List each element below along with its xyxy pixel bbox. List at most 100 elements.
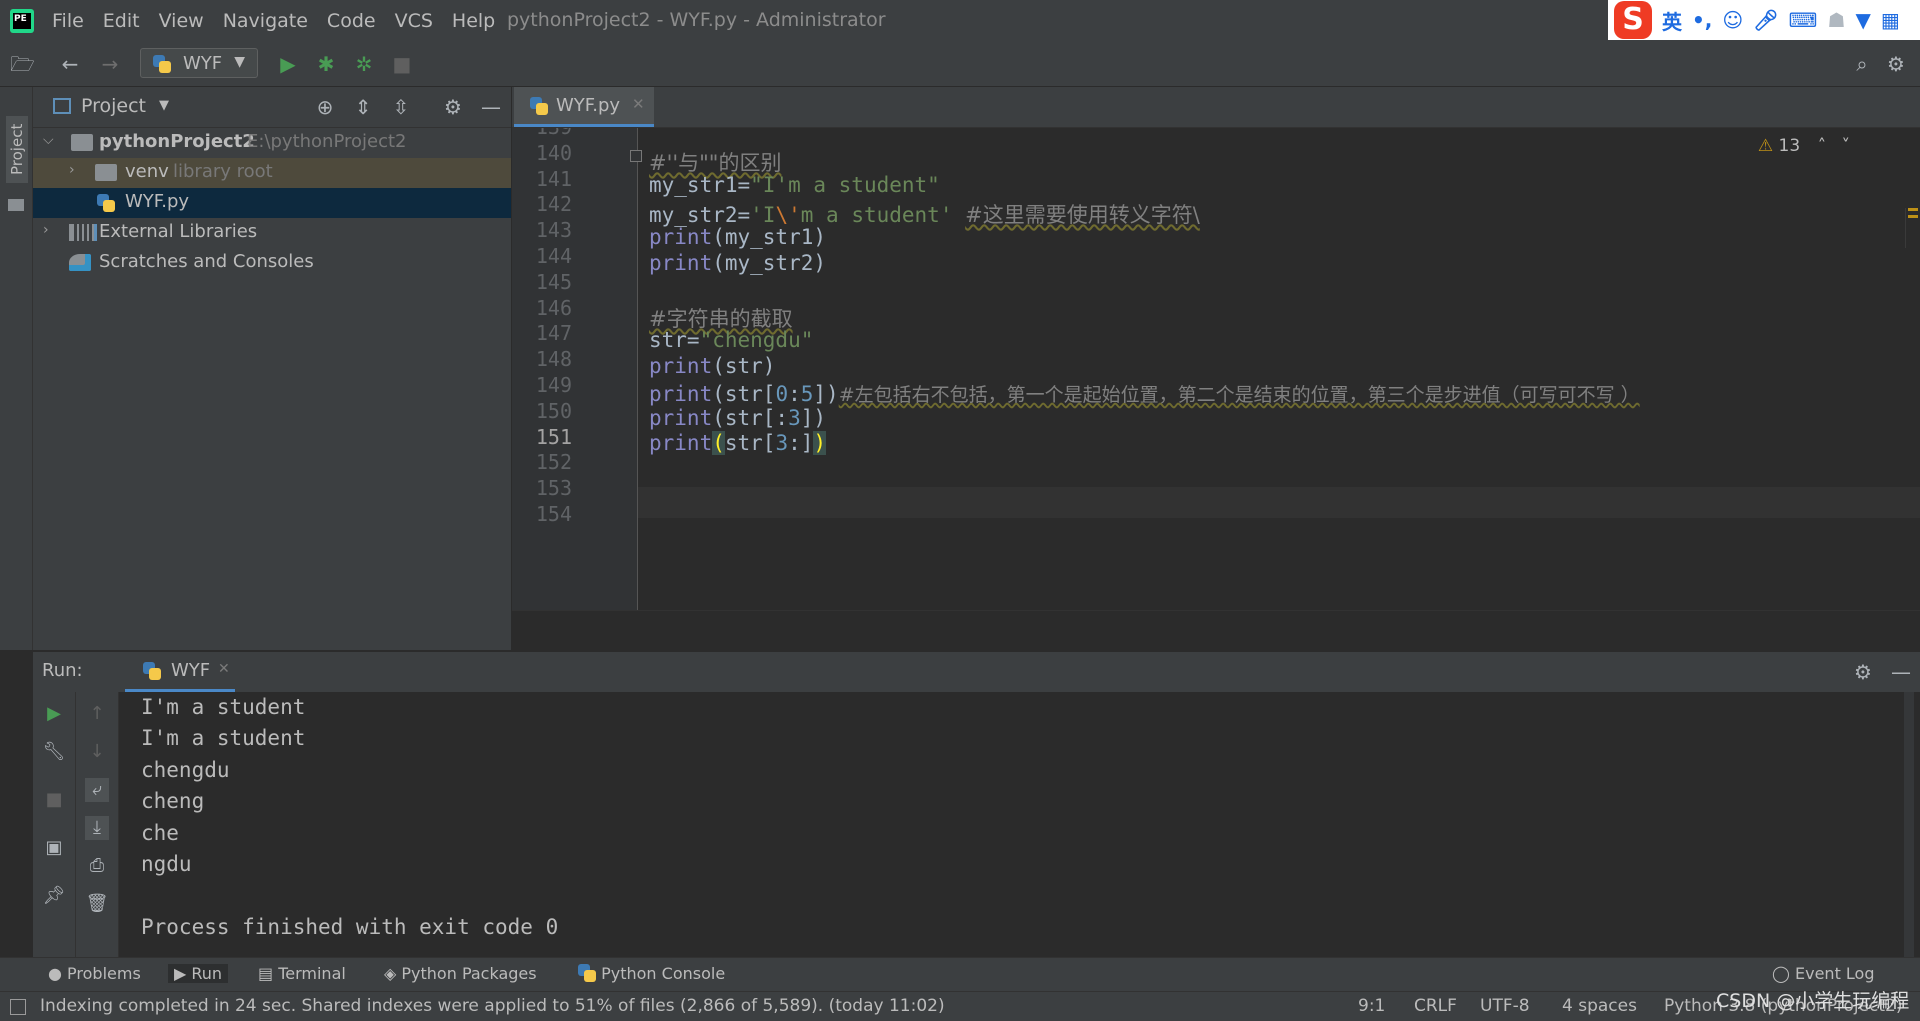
chevron-down-icon[interactable]: ˅ bbox=[1842, 136, 1851, 156]
run-tab-wyf[interactable]: WYF ✕ bbox=[125, 652, 235, 692]
line-number: 140 bbox=[535, 140, 572, 165]
expand-all-icon[interactable]: ⇕ bbox=[351, 95, 375, 119]
menu-view[interactable]: View bbox=[159, 10, 204, 32]
mic-icon[interactable]: 🎤︎ bbox=[1753, 8, 1778, 32]
indent-setting[interactable]: 4 spaces bbox=[1562, 996, 1637, 1016]
run-configuration-select[interactable]: WYF ▼ bbox=[140, 48, 258, 78]
menu-vcs[interactable]: VCS bbox=[395, 10, 433, 32]
tab-problems[interactable]: ● Problems bbox=[48, 964, 141, 983]
search-icon[interactable]: ⌕ bbox=[1850, 52, 1874, 76]
tab-event-log[interactable]: ◯ Event Log bbox=[1772, 964, 1875, 983]
open-folder-icon[interactable]: 🗁 bbox=[10, 52, 35, 76]
project-view-title[interactable]: Project bbox=[81, 95, 146, 117]
chevron-down-icon[interactable]: ▼ bbox=[159, 98, 169, 113]
console-scrollbar[interactable] bbox=[1904, 692, 1914, 957]
menu-help[interactable]: Help bbox=[452, 10, 495, 32]
trash-icon[interactable]: 🗑︎ bbox=[85, 892, 109, 916]
menu-edit[interactable]: Edit bbox=[103, 10, 140, 32]
tree-item-wyf-py[interactable]: WYF.py bbox=[33, 188, 511, 218]
code-line: str="chengdu" bbox=[649, 328, 813, 352]
tree-item-project-root[interactable]: ⌵ pythonProject2 E:\pythonProject2 bbox=[33, 128, 511, 158]
tab-terminal[interactable]: ▤ Terminal bbox=[258, 964, 346, 983]
chevron-right-icon[interactable]: › bbox=[69, 162, 75, 178]
stop-icon[interactable]: ■ bbox=[390, 52, 414, 76]
fold-guide bbox=[637, 128, 638, 610]
folder-icon[interactable] bbox=[8, 199, 24, 211]
debug-icon[interactable]: ✱ bbox=[314, 52, 338, 76]
code-text: ]) bbox=[800, 406, 827, 430]
caret-position[interactable]: 9:1 bbox=[1358, 996, 1385, 1016]
project-tool-button[interactable]: Project bbox=[6, 115, 28, 183]
toggle-tool-windows-icon[interactable] bbox=[10, 999, 26, 1015]
run-console-output[interactable]: I'm a student I'm a student chengdu chen… bbox=[119, 692, 1920, 957]
tab-python-packages[interactable]: ◈ Python Packages bbox=[384, 964, 537, 983]
settings-gear-icon[interactable]: ⚙ bbox=[1884, 52, 1908, 76]
rerun-icon[interactable]: ▶ bbox=[42, 702, 66, 726]
folder-icon bbox=[95, 164, 117, 181]
tree-item-external-libraries[interactable]: › External Libraries bbox=[33, 218, 511, 248]
tab-wyf-py[interactable]: WYF.py ✕ bbox=[514, 87, 654, 127]
chevron-up-icon[interactable]: ˄ bbox=[1818, 136, 1827, 156]
tab-run[interactable]: ▶ Run bbox=[168, 964, 229, 983]
code-line: print(str[0:5])#左包括右不包括，第一个是起始位置，第二个是结束的… bbox=[649, 380, 1640, 407]
file-encoding[interactable]: UTF-8 bbox=[1480, 996, 1530, 1016]
layout-icon[interactable]: ▣ bbox=[42, 836, 66, 860]
ime-toolbar[interactable]: S 英 •, ☺ 🎤︎ ⌨ ☗ ▼ ▦ bbox=[1608, 0, 1920, 40]
project-panel-header: Project ▼ ⊕ ⇕ ⇳ ⚙ — bbox=[33, 87, 511, 128]
user-icon[interactable]: ☗ bbox=[1828, 8, 1846, 32]
builtin-keyword: print bbox=[649, 431, 713, 455]
ime-mode[interactable]: 英 bbox=[1662, 6, 1682, 35]
print-icon[interactable]: ⎙ bbox=[85, 854, 109, 878]
code-line: print(my_str1) bbox=[649, 225, 826, 249]
scroll-to-end-icon[interactable]: ⤓ bbox=[85, 816, 109, 840]
menu-file[interactable]: File bbox=[52, 10, 84, 32]
hide-icon[interactable]: — bbox=[479, 95, 503, 119]
number-literal: 3 bbox=[788, 406, 801, 430]
close-icon[interactable]: ✕ bbox=[632, 95, 645, 113]
locate-icon[interactable]: ⊕ bbox=[313, 95, 337, 119]
menu-navigate[interactable]: Navigate bbox=[223, 10, 308, 32]
pin-icon[interactable]: 📌︎ bbox=[42, 884, 66, 908]
code-text: :] bbox=[788, 431, 814, 455]
tab-python-console[interactable]: Python Console bbox=[578, 964, 725, 983]
collapse-all-icon[interactable]: ⇳ bbox=[389, 95, 413, 119]
wrench-icon[interactable]: 🔧︎ bbox=[42, 740, 66, 764]
fold-marker-icon[interactable] bbox=[630, 150, 642, 162]
forward-arrow-icon[interactable]: → bbox=[98, 52, 122, 76]
console-line: I'm a student bbox=[141, 726, 306, 750]
coverage-icon[interactable]: ✲ bbox=[352, 52, 376, 76]
run-icon: ▶ bbox=[174, 964, 192, 983]
grid-icon[interactable]: ▦ bbox=[1881, 8, 1900, 32]
terminal-icon: ▤ bbox=[258, 964, 279, 983]
tree-item-venv[interactable]: › venv library root bbox=[33, 158, 511, 188]
emoji-icon[interactable]: ☺ bbox=[1722, 8, 1743, 32]
menu-code[interactable]: Code bbox=[327, 10, 376, 32]
comment: #这里需要使用转义字符\ bbox=[965, 203, 1200, 227]
gear-icon[interactable]: ⚙ bbox=[441, 95, 465, 119]
run-icon[interactable]: ▶ bbox=[276, 52, 300, 76]
stop-icon[interactable]: ■ bbox=[42, 788, 66, 812]
chevron-right-icon[interactable]: › bbox=[43, 222, 49, 238]
line-separator[interactable]: CRLF bbox=[1414, 996, 1457, 1016]
matched-bracket: ( bbox=[712, 431, 725, 455]
tree-item-scratches[interactable]: Scratches and Consoles bbox=[33, 248, 511, 278]
ime-punct[interactable]: •, bbox=[1692, 8, 1712, 32]
inspection-widget[interactable]: ⚠ 13 ˄ ˅ bbox=[1758, 136, 1850, 156]
soft-wrap-icon[interactable]: ⤶ bbox=[85, 778, 109, 802]
chevron-down-icon[interactable]: ⌵ bbox=[43, 132, 54, 148]
keyboard-icon[interactable]: ⌨ bbox=[1789, 8, 1818, 32]
arrow-down-icon[interactable]: ↓ bbox=[85, 740, 109, 764]
editor-scrollbar[interactable] bbox=[1905, 208, 1920, 248]
watermark: CSDN @小学生玩编程 bbox=[1716, 990, 1910, 1012]
back-arrow-icon[interactable]: ← bbox=[58, 52, 82, 76]
gear-icon[interactable]: ⚙ bbox=[1851, 660, 1875, 684]
shirt-icon[interactable]: ▼ bbox=[1855, 8, 1870, 32]
hide-icon[interactable]: — bbox=[1889, 660, 1913, 684]
python-console-icon bbox=[578, 964, 596, 982]
code-editor[interactable]: 1391401411421431441451461471481491501511… bbox=[512, 128, 1920, 610]
arrow-up-icon[interactable]: ↑ bbox=[85, 702, 109, 726]
sogou-logo-icon[interactable]: S bbox=[1614, 1, 1652, 39]
status-message[interactable]: Indexing completed in 24 sec. Shared ind… bbox=[40, 996, 945, 1016]
bottom-tool-tabs: ● Problems ▶ Run ▤ Terminal ◈ Python Pac… bbox=[0, 957, 1920, 992]
close-icon[interactable]: ✕ bbox=[218, 661, 230, 677]
